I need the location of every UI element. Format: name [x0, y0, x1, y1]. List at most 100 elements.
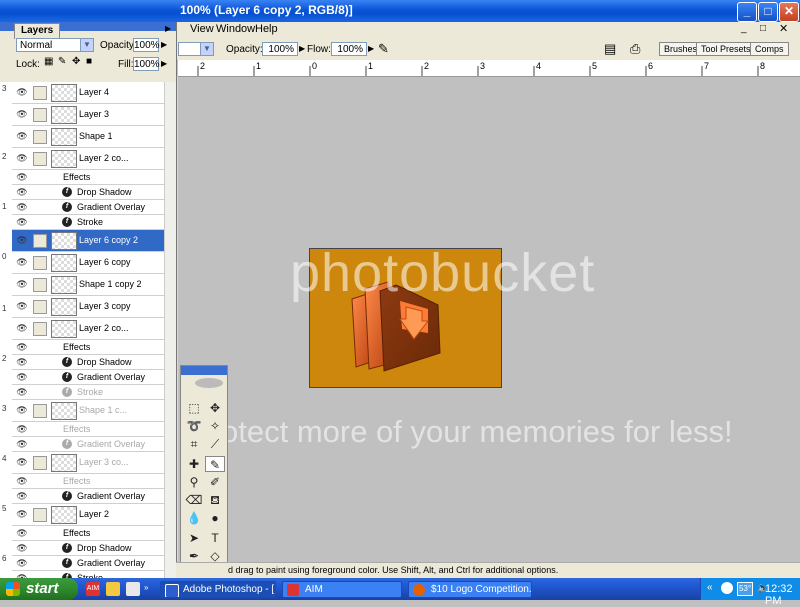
eye-icon[interactable]: 👁	[16, 405, 28, 416]
layer-opacity-input[interactable]: 100%	[133, 38, 160, 52]
eye-icon[interactable]: 👁	[16, 131, 28, 142]
panel-menu-icon[interactable]: ▶	[165, 24, 171, 33]
marquee-tool-icon[interactable]: ⬚	[184, 400, 204, 416]
brush-preset-dropdown[interactable]: ▼	[178, 42, 214, 56]
taskbar-firefox[interactable]: $10 Logo Competition...	[408, 581, 532, 598]
taskbar-aim[interactable]: AIM	[282, 581, 402, 598]
eye-icon[interactable]: 👁	[16, 509, 28, 520]
chevron-right-icon[interactable]: ▶	[161, 59, 167, 68]
effect-row[interactable]: 👁 f Gradient Overlay	[12, 489, 164, 504]
effect-row[interactable]: 👁 f Gradient Overlay	[12, 437, 164, 452]
effect-row[interactable]: 👁 f Gradient Overlay	[12, 556, 164, 571]
menu-view[interactable]: View	[190, 23, 214, 35]
adobe-feather-icon[interactable]	[195, 378, 223, 388]
taskbar-photoshop[interactable]: Adobe Photoshop - [...	[160, 581, 276, 598]
layer-blend-dropdown[interactable]: Normal ▼	[16, 38, 94, 52]
eye-icon[interactable]: 👁	[16, 528, 28, 539]
eye-icon[interactable]: 👁	[16, 301, 28, 312]
link-box[interactable]	[33, 108, 47, 122]
eye-icon[interactable]: 👁	[16, 87, 28, 98]
link-box[interactable]	[33, 130, 47, 144]
layers-scrollbar[interactable]	[164, 82, 176, 578]
maximize-button[interactable]: □	[758, 2, 778, 22]
eye-icon[interactable]: 👁	[16, 279, 28, 290]
effect-row[interactable]: 👁 f Drop Shadow	[12, 355, 164, 370]
layer-row[interactable]: 👁 Layer 3	[12, 104, 164, 126]
effects-row[interactable]: 👁 Effects	[12, 422, 164, 437]
dodge-tool-icon[interactable]: ●	[205, 510, 225, 526]
path-select-icon[interactable]: ➤	[184, 530, 204, 546]
link-box[interactable]	[33, 234, 47, 248]
slice-tool-icon[interactable]: ⟋	[205, 436, 225, 452]
minimize-button[interactable]: _	[737, 2, 757, 22]
effects-row[interactable]: 👁 Effects	[12, 340, 164, 355]
eye-icon[interactable]: 👁	[16, 187, 28, 198]
link-box[interactable]	[33, 300, 47, 314]
layer-row[interactable]: 👁 Layer 2 co...	[12, 318, 164, 340]
link-box[interactable]	[33, 256, 47, 270]
file-browser-icon[interactable]: ▤	[604, 41, 616, 57]
aim-quicklaunch-icon[interactable]: AIM	[86, 582, 100, 596]
network-icon[interactable]	[721, 582, 733, 594]
clone-stamp-icon[interactable]: ⚲	[184, 474, 204, 490]
layer-row[interactable]: 👁 Layer 6 copy 2	[12, 230, 164, 252]
eye-icon[interactable]: 👁	[16, 153, 28, 164]
chevron-right-icon[interactable]: ▶	[368, 44, 374, 53]
blur-tool-icon[interactable]: 💧	[184, 510, 204, 526]
layer-row[interactable]: 👁 Layer 3 copy	[12, 296, 164, 318]
doc-restore-button[interactable]: □	[760, 23, 774, 35]
magic-wand-icon[interactable]: ✧	[205, 418, 225, 434]
start-button[interactable]: start	[0, 578, 78, 600]
healing-brush-icon[interactable]: ✚	[184, 456, 204, 472]
effects-row[interactable]: 👁 Effects	[12, 526, 164, 541]
chevron-right-icon[interactable]: »	[144, 583, 148, 592]
palette-well-icon[interactable]: ⎙	[630, 41, 640, 57]
tray-expand-icon[interactable]: «	[707, 582, 713, 593]
layer-row[interactable]: 👁 Layer 2	[12, 504, 164, 526]
effect-row[interactable]: 👁 f Stroke	[12, 385, 164, 400]
chevron-right-icon[interactable]: ▶	[299, 44, 305, 53]
tab-comps[interactable]: Comps	[750, 42, 789, 56]
effect-row[interactable]: 👁 f Drop Shadow	[12, 541, 164, 556]
eye-icon[interactable]: 👁	[16, 558, 28, 569]
layer-row[interactable]: 👁 Layer 3 co...	[12, 452, 164, 474]
brush-tool-icon[interactable]: ✎	[205, 456, 225, 472]
layer-row[interactable]: 👁 Shape 1	[12, 126, 164, 148]
effect-row[interactable]: 👁 f Stroke	[12, 215, 164, 230]
layer-row[interactable]: 👁 Layer 6 copy	[12, 252, 164, 274]
eye-icon[interactable]: 👁	[16, 543, 28, 554]
lock-paint-icon[interactable]: ✎	[58, 56, 66, 67]
eye-icon[interactable]: 👁	[16, 217, 28, 228]
layer-row[interactable]: 👁 Layer 2 co...	[12, 148, 164, 170]
eye-icon[interactable]: 👁	[16, 172, 28, 183]
fill-input[interactable]: 100%	[133, 57, 160, 71]
doc-minimize-button[interactable]: _	[741, 23, 755, 35]
effect-row[interactable]: 👁 f Drop Shadow	[12, 185, 164, 200]
history-brush-icon[interactable]: ✐	[205, 474, 225, 490]
airbrush-icon[interactable]: ✎	[378, 41, 389, 57]
eye-icon[interactable]: 👁	[16, 342, 28, 353]
eye-icon[interactable]: 👁	[16, 372, 28, 383]
lock-transparency-icon[interactable]: ▦	[44, 56, 53, 67]
lock-all-icon[interactable]: ■	[86, 56, 92, 67]
eye-icon[interactable]: 👁	[16, 357, 28, 368]
menu-window[interactable]: Window	[216, 23, 255, 35]
layer-row[interactable]: 👁 Layer 4	[12, 82, 164, 104]
eye-icon[interactable]: 👁	[16, 476, 28, 487]
weather-temp[interactable]: 53°	[737, 582, 753, 596]
eye-icon[interactable]: 👁	[16, 235, 28, 246]
folder-quicklaunch-icon[interactable]	[106, 582, 120, 596]
layer-row[interactable]: 👁 Shape 1 c...	[12, 400, 164, 422]
close-button[interactable]: ✕	[779, 2, 799, 22]
effect-row[interactable]: 👁 f Gradient Overlay	[12, 370, 164, 385]
link-box[interactable]	[33, 86, 47, 100]
eye-icon[interactable]: 👁	[16, 323, 28, 334]
layer-row[interactable]: 👁 Shape 1 copy 2	[12, 274, 164, 296]
effects-row[interactable]: 👁 Effects	[12, 170, 164, 185]
effect-row[interactable]: 👁 f Stroke	[12, 571, 164, 578]
link-box[interactable]	[33, 322, 47, 336]
eye-icon[interactable]: 👁	[16, 109, 28, 120]
menu-help[interactable]: Help	[255, 23, 278, 35]
eye-icon[interactable]: 👁	[16, 457, 28, 468]
chevron-right-icon[interactable]: ▶	[161, 40, 167, 49]
